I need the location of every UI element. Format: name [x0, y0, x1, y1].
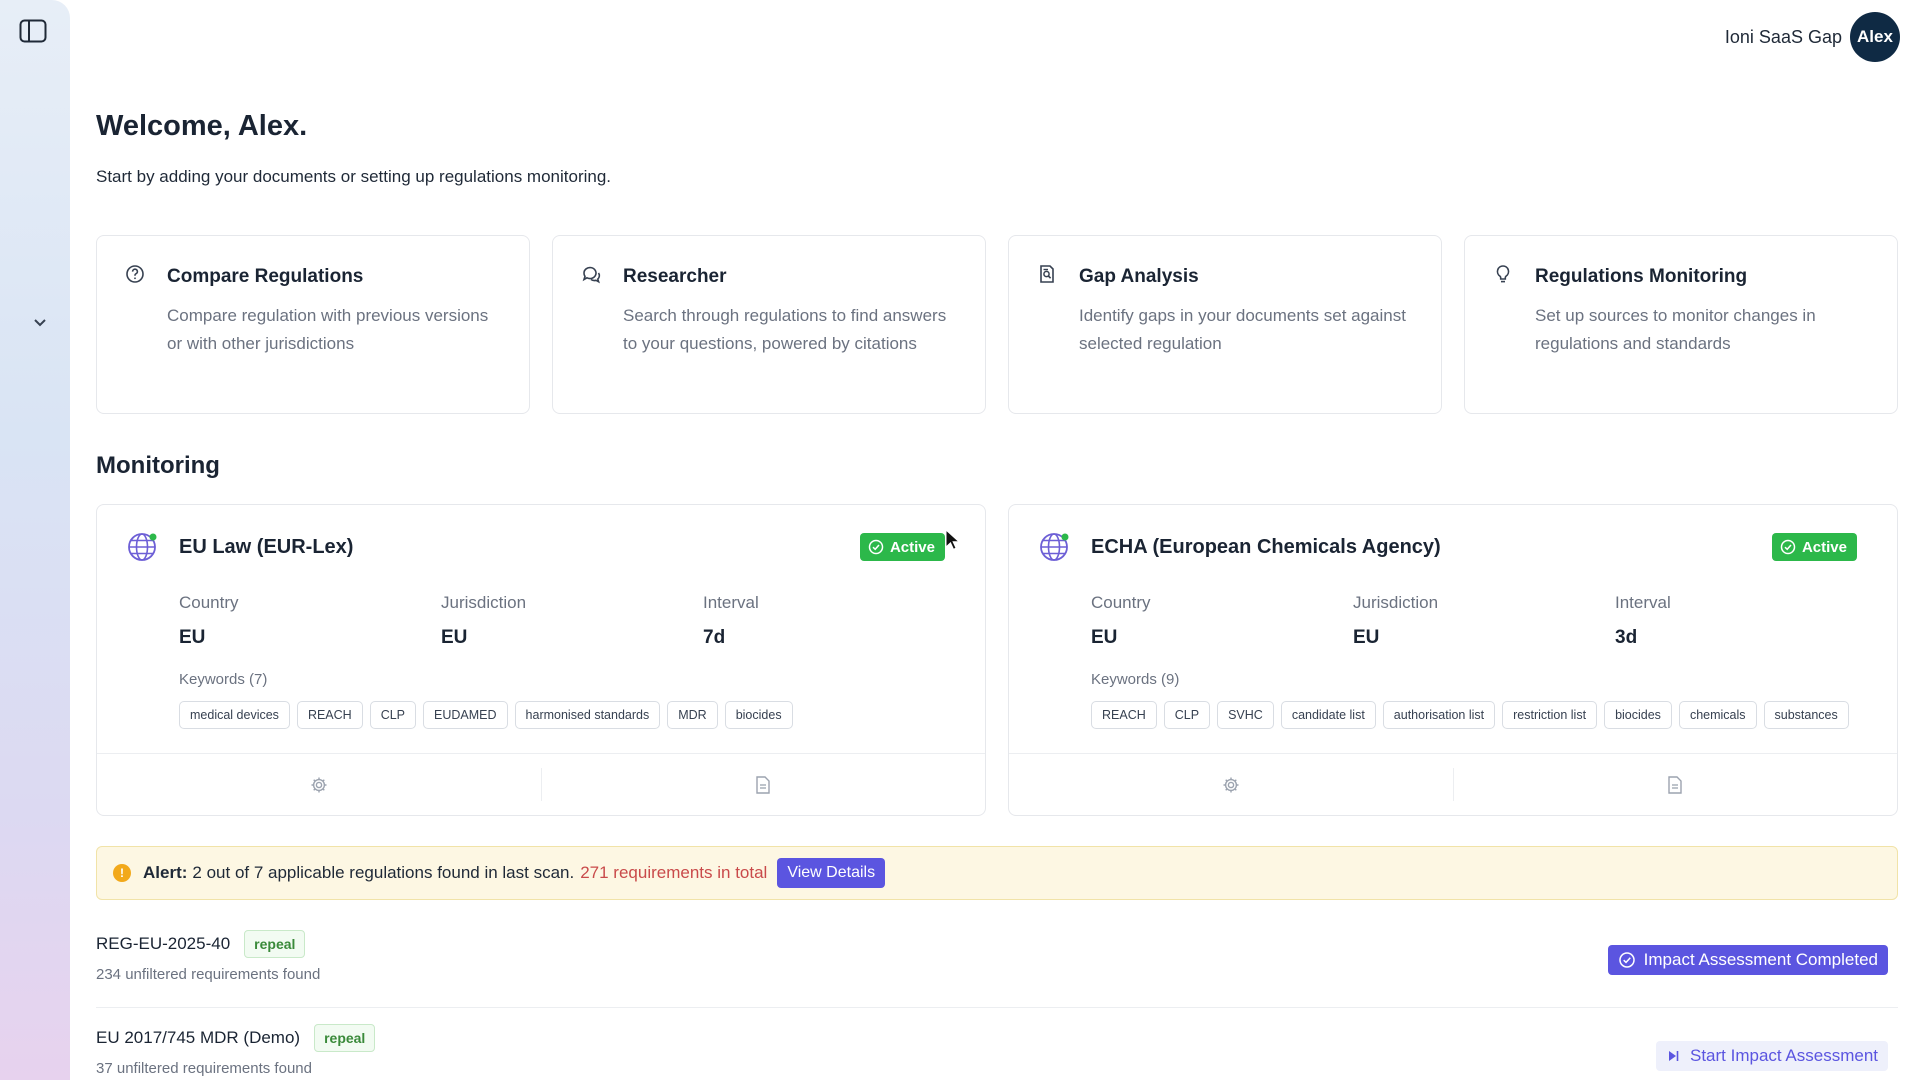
feature-card-researcher[interactable]: Researcher Search through regulations to… [552, 235, 986, 414]
status-label: Active [889, 538, 935, 556]
country-value: EU [1091, 627, 1118, 648]
keyword-chip: biocides [1604, 701, 1672, 729]
keyword-chip: medical devices [179, 701, 290, 729]
alert-label: Alert: [143, 863, 188, 882]
check-circle-icon [1780, 539, 1796, 555]
document-icon [756, 775, 770, 794]
feature-title: Researcher [623, 266, 727, 287]
keyword-chip: candidate list [1280, 701, 1376, 729]
keyword-chip: biocides [724, 701, 793, 729]
jurisdiction-value: EU [1353, 627, 1380, 648]
chevron-down-icon[interactable] [30, 312, 50, 332]
monitoring-section-title: Monitoring [96, 452, 220, 479]
monitor-card-echa: ECHA (European Chemicals Agency) Active … [1008, 504, 1898, 816]
feature-cards: Compare Regulations Compare regulation w… [96, 235, 1898, 414]
feature-desc: Compare regulation with previous version… [167, 306, 489, 353]
status-badge: Active [1771, 533, 1857, 561]
play-skip-icon [1668, 1051, 1679, 1061]
feature-card-regulations-monitoring[interactable]: Regulations Monitoring Set up sources to… [1464, 235, 1898, 414]
alert-icon: ! [113, 864, 131, 882]
keyword-chip: EUDAMED [423, 701, 508, 729]
documents-button[interactable] [541, 754, 985, 815]
lightbulb-icon [1493, 264, 1515, 286]
globe-icon [1039, 531, 1071, 563]
keyword-chip: REACH [1091, 701, 1157, 729]
status-label: Active [1801, 538, 1847, 556]
alert-message: 2 out of 7 applicable regulations found … [192, 863, 575, 882]
status-badge: Active [859, 533, 945, 561]
keywords-label: Keywords (9) [1091, 671, 1180, 688]
feature-title: Gap Analysis [1079, 266, 1199, 287]
keyword-chip: CLP [1163, 701, 1211, 729]
sidebar-toggle-icon[interactable] [18, 18, 48, 44]
settings-button[interactable] [97, 754, 541, 815]
document-icon [1668, 775, 1682, 794]
page-subtitle: Start by adding your documents or settin… [96, 167, 612, 186]
org-name: Ioni SaaS Gap [1724, 26, 1842, 47]
alert-banner: ! Alert: 2 out of 7 applicable regulatio… [96, 846, 1898, 900]
question-circle-icon [125, 264, 147, 286]
regulation-row[interactable]: EU 2017/745 MDR (Demo) repeal 37 unfilte… [96, 1024, 1898, 1080]
feature-card-gap-analysis[interactable]: Gap Analysis Identify gaps in your docum… [1008, 235, 1442, 414]
keyword-chip: substances [1763, 701, 1849, 729]
feature-title: Compare Regulations [167, 266, 364, 287]
interval-value: 7d [703, 627, 726, 648]
gear-icon [1223, 777, 1239, 792]
feature-title: Regulations Monitoring [1535, 266, 1748, 287]
keyword-chips: medical devices REACH CLP EUDAMED harmon… [179, 701, 793, 729]
regulation-tag: repeal [244, 930, 306, 958]
keyword-chip: restriction list [1502, 701, 1598, 729]
check-circle-icon [1618, 952, 1635, 968]
chat-bubble-icon [581, 264, 603, 286]
settings-button[interactable] [1009, 754, 1453, 815]
globe-icon [127, 531, 159, 563]
impact-assessment-completed-button[interactable]: Impact Assessment Completed [1607, 945, 1888, 975]
keyword-chips: REACH CLP SVHC candidate list authorisat… [1091, 701, 1849, 729]
alert-highlight: 271 requirements in total [580, 863, 768, 882]
jurisdiction-value: EU [441, 627, 468, 648]
interval-label: Interval [1615, 593, 1671, 612]
jurisdiction-label: Jurisdiction [441, 593, 527, 612]
jurisdiction-label: Jurisdiction [1353, 593, 1439, 612]
feature-desc: Search through regulations to find answe… [623, 306, 947, 353]
keyword-chip: chemicals [1678, 701, 1757, 729]
feature-desc: Set up sources to monitor changes in reg… [1535, 306, 1816, 353]
view-details-button[interactable]: View Details [777, 858, 886, 888]
start-impact-assessment-button[interactable]: Start Impact Assessment [1655, 1041, 1888, 1071]
regulation-requirements: 37 unfiltered requirements found [96, 1060, 312, 1077]
feature-card-compare-regulations[interactable]: Compare Regulations Compare regulation w… [96, 235, 530, 414]
keyword-chip: REACH [296, 701, 363, 729]
keyword-chip: MDR [667, 701, 718, 729]
regulation-tag: repeal [314, 1024, 376, 1052]
avatar[interactable]: Alex [1850, 12, 1900, 62]
page-title: Welcome, Alex. [96, 110, 308, 142]
interval-value: 3d [1615, 627, 1638, 648]
sidebar [0, 0, 70, 1080]
keyword-chip: harmonised standards [514, 701, 661, 729]
monitor-card-eur-lex: EU Law (EUR-Lex) Active Country EU Juris… [96, 504, 986, 816]
documents-button[interactable] [1453, 754, 1897, 815]
keywords-label: Keywords (7) [179, 671, 268, 688]
regulation-name: EU 2017/745 MDR (Demo) [96, 1028, 301, 1047]
document-search-icon [1037, 264, 1059, 286]
keyword-chip: authorisation list [1382, 701, 1496, 729]
monitor-title: EU Law (EUR-Lex) [179, 536, 354, 558]
keyword-chip: SVHC [1217, 701, 1274, 729]
gear-icon [311, 777, 327, 792]
regulation-row[interactable]: REG-EU-2025-40 repeal 234 unfiltered req… [96, 930, 1898, 1008]
country-label: Country [1091, 593, 1151, 612]
interval-label: Interval [703, 593, 759, 612]
feature-desc: Identify gaps in your documents set agai… [1079, 306, 1406, 353]
country-label: Country [179, 593, 239, 612]
user-menu[interactable]: Ioni SaaS Gap Alex [1725, 12, 1900, 62]
check-circle-icon [868, 539, 884, 555]
impact-assessment-label: Impact Assessment Completed [1643, 950, 1878, 969]
monitoring-cards: EU Law (EUR-Lex) Active Country EU Juris… [96, 504, 1898, 816]
regulation-name: REG-EU-2025-40 [96, 934, 231, 953]
keyword-chip: CLP [369, 701, 417, 729]
country-value: EU [179, 627, 206, 648]
start-impact-assessment-label: Start Impact Assessment [1689, 1046, 1878, 1065]
monitor-title: ECHA (European Chemicals Agency) [1091, 536, 1441, 558]
